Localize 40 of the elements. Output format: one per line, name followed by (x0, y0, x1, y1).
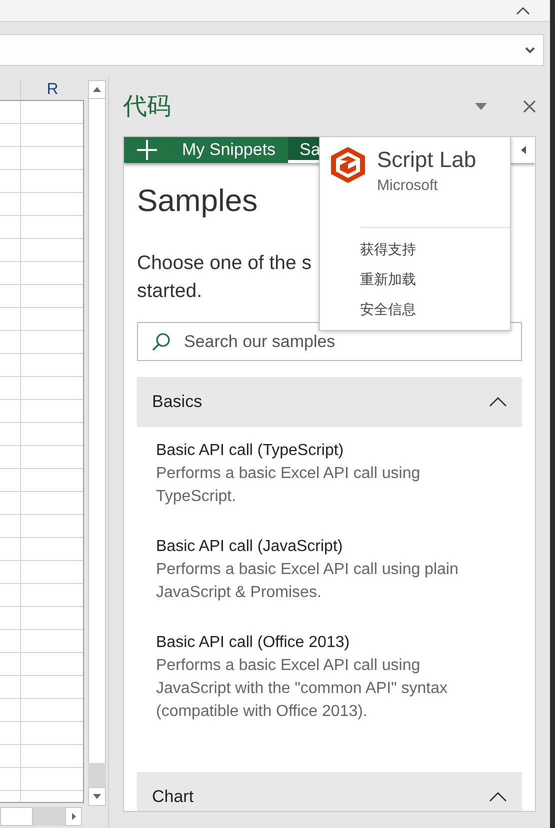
section-header[interactable]: Basics (137, 377, 522, 427)
tab-scroll-button[interactable] (510, 137, 535, 163)
pane-title: 代码 (123, 92, 172, 122)
sample-title[interactable]: Basic API call (Office 2013) (156, 631, 478, 654)
cell-grid[interactable] (0, 101, 84, 803)
menu-item[interactable]: 安全信息 (320, 294, 510, 324)
menu-item[interactable]: 重新加载 (320, 264, 510, 294)
column-header[interactable]: R (20, 80, 84, 100)
sample-title[interactable]: Basic API call (JavaScript) (156, 535, 478, 558)
formula-field[interactable] (0, 34, 544, 66)
page-title: Samples (137, 183, 258, 219)
dropdown-icon[interactable] (475, 102, 487, 110)
intro-text: started. (137, 279, 202, 304)
nav-tab[interactable]: My Snippets (170, 137, 288, 163)
sample-description: Performs a basic Excel API call using TypeScript. (156, 464, 422, 507)
scroll-up-icon[interactable] (88, 80, 106, 99)
collapse-icon[interactable] (489, 397, 507, 407)
caret-icon (520, 146, 526, 154)
sample-description: Performs a basic Excel API call using plain JavaScript & Promises. (156, 560, 460, 603)
cube-logo-icon (330, 146, 366, 184)
sheet-tab-area (0, 806, 33, 826)
scroll-right-icon[interactable] (65, 806, 82, 826)
intro-text: Choose one of the s (137, 251, 312, 276)
scroll-down-icon[interactable] (88, 787, 106, 806)
search-icon (151, 332, 171, 352)
menu-item[interactable]: 获得支持 (320, 234, 510, 264)
publisher-name: Microsoft (377, 177, 439, 194)
collapse-icon[interactable] (489, 792, 507, 802)
close-icon[interactable] (523, 100, 536, 112)
section-title: Basics (152, 392, 202, 412)
section-title: Chart (152, 787, 194, 807)
app-name: Script Lab (377, 146, 476, 174)
collapse-icon[interactable] (516, 6, 530, 14)
scroll-thumb[interactable] (88, 763, 106, 787)
scroll-thumb[interactable] (33, 806, 65, 826)
sample-title[interactable]: Basic API call (TypeScript) (156, 439, 478, 462)
section-header[interactable]: Chart (137, 772, 522, 811)
expand-icon[interactable] (525, 46, 535, 54)
plus-icon[interactable] (136, 139, 158, 161)
sample-description: Performs a basic Excel API call using JavaScript with the "common API" syntax (compatible with Office 2013). (156, 656, 448, 722)
